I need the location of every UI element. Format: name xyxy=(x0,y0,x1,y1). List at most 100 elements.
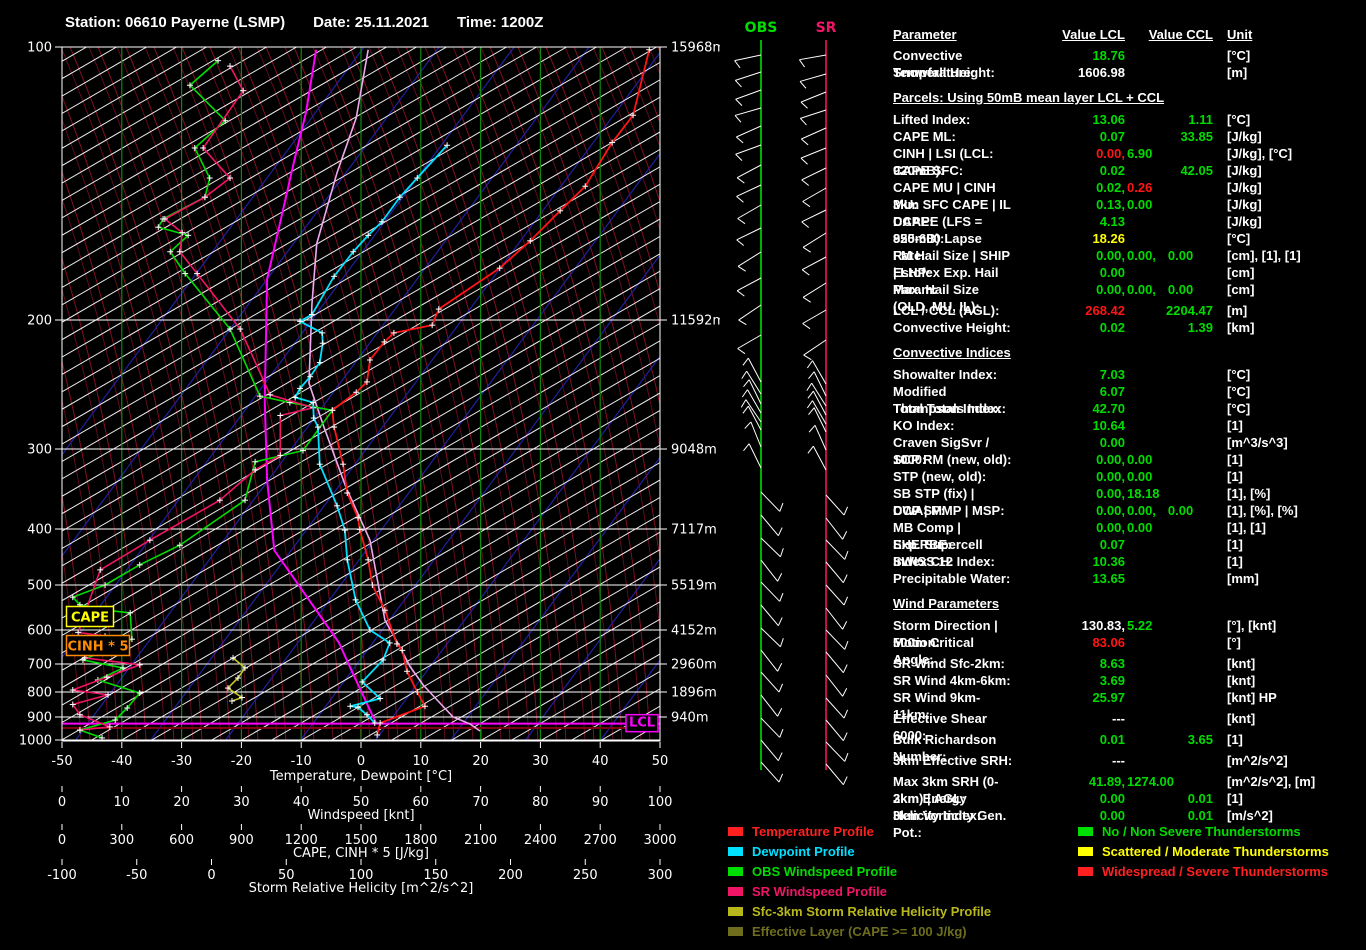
value-text: 0.00 xyxy=(1100,791,1125,806)
table-row: Effective Shear 6000:---[knt] xyxy=(893,710,1363,727)
tick-label: 2400 xyxy=(524,833,557,848)
legend-swatch-icon xyxy=(1078,827,1093,836)
unit-label: [knt] HP xyxy=(1213,689,1363,706)
legend-swatch-icon xyxy=(728,847,743,856)
unit-label: [J/kg] xyxy=(1213,213,1363,230)
legend-label: OBS Windspeed Profile xyxy=(752,864,897,879)
tick-label: 200 xyxy=(498,868,523,883)
legend-item: SR Windspeed Profile xyxy=(728,881,991,901)
tick-label: 2100 xyxy=(464,833,497,848)
obs-barb-column: OBS xyxy=(735,20,784,782)
unit-label: [°C] xyxy=(1213,400,1363,417)
value-text: 1.39 xyxy=(1188,320,1213,335)
axis-wind: 0102030405060708090100Windspeed [knt] xyxy=(58,786,673,823)
pressure-tick-label: 500 xyxy=(27,579,52,594)
param-label: LCL / CCL (AGL): xyxy=(893,302,1015,319)
tick-label: 10 xyxy=(114,795,131,810)
param-label: CAPE SFC: xyxy=(893,162,1015,179)
tick-label: -40 xyxy=(111,754,132,769)
unit-label: [cm] xyxy=(1213,264,1363,281)
tick-label: 600 xyxy=(169,833,194,848)
legend-swatch-icon xyxy=(1078,847,1093,856)
value-text: 3.69 xyxy=(1100,673,1125,688)
table-row: Max 3km SRH (0-2km) | AGL:41.89,1274.00[… xyxy=(893,773,1363,790)
unit-label: [°C] xyxy=(1213,111,1363,128)
value-text: 0.00, xyxy=(1096,469,1125,484)
unit-label: [°C] xyxy=(1213,383,1363,400)
altitude-label: 15968m xyxy=(671,41,720,56)
unit-label: [1], [%], [%] xyxy=(1213,502,1363,519)
legend-label: Sfc-3km Storm Relative Helicity Profile xyxy=(752,904,991,919)
value-text: 1.11 xyxy=(1188,112,1213,127)
unit-label: [1] xyxy=(1213,731,1363,748)
unit-label: [1] xyxy=(1213,468,1363,485)
axis-caption: CAPE, CINH * 5 [J/kg] xyxy=(293,846,429,861)
table-row: Lifted Index:13.061.11[°C] xyxy=(893,111,1363,128)
value-text: 1606.98 xyxy=(1078,65,1125,80)
tick-label: 20 xyxy=(173,795,190,810)
pressure-tick-label: 900 xyxy=(27,711,52,726)
value-text: 0.00, xyxy=(1127,502,1156,519)
unit-label: [°] xyxy=(1213,634,1363,651)
lcl-label: LCL xyxy=(626,715,658,732)
value-text: 0.00, xyxy=(1096,520,1125,535)
value-text: 0.01 xyxy=(1188,791,1213,806)
value-text: 5.22 xyxy=(1127,617,1152,634)
unit-label: [knt] xyxy=(1213,655,1363,672)
value-text: 13.65 xyxy=(1092,571,1125,586)
unit-label: [m] xyxy=(1213,302,1363,319)
value-text: 42.70 xyxy=(1092,401,1125,416)
tick-label: -100 xyxy=(47,868,77,883)
altitude-label: 4152m xyxy=(671,624,717,639)
table-row: Max. Hail Size (OLD, MU, IL):0.00,0.00,0… xyxy=(893,281,1363,298)
unit-label: [cm] xyxy=(1213,281,1363,298)
value-text: 6.90 xyxy=(1127,145,1152,162)
table-row: KO Index:10.64[1] xyxy=(893,417,1363,434)
tick-label: 10 xyxy=(413,754,430,769)
unit-label: [1] xyxy=(1213,553,1363,570)
legend-item: Temperature Profile xyxy=(728,821,991,841)
unit-label: [J/kg] xyxy=(1213,196,1363,213)
legend-item: Dewpoint Profile xyxy=(728,841,991,861)
table-row: FM Hail Size | SHIP | LHP:0.00,0.00,0.00… xyxy=(893,247,1363,264)
pressure-tick-label: 1000 xyxy=(19,734,52,749)
legend-swatch-icon xyxy=(728,927,743,936)
value-text: 0.00 xyxy=(1100,435,1125,450)
value-text: 0.00, xyxy=(1096,452,1125,467)
param-label: Precipitable Water: xyxy=(893,570,1015,587)
table-row: Craven SigSvr / 1000:0.00[m^3/s^3] xyxy=(893,434,1363,451)
table-row: Storm Direction | Motion:130.83,5.22[°],… xyxy=(893,617,1363,634)
skewt-diagram: 100200300400500600700800900100015968m115… xyxy=(0,0,720,950)
unit-label: [mm] xyxy=(1213,570,1363,587)
table-row: 3km Effective SRH:---[m^2/s^2] xyxy=(893,752,1363,769)
legend-label: Effective Layer (CAPE >= 100 J/kg) xyxy=(752,924,967,939)
altitude-label: 11592m xyxy=(671,314,720,329)
legend-swatch-icon xyxy=(728,827,743,836)
unit-label: [°C] xyxy=(1213,366,1363,383)
value-text: 130.83, xyxy=(1082,618,1125,633)
altitude-label: 2960m xyxy=(671,658,717,673)
legend-label: SR Windspeed Profile xyxy=(752,884,887,899)
column-header: Parameter xyxy=(893,26,1015,43)
value-text: 0.00 xyxy=(1127,468,1152,485)
legend-item: Scattered / Moderate Thunderstorms xyxy=(1078,841,1329,861)
unit-label: [knt] xyxy=(1213,672,1363,689)
value-text: 0.00, xyxy=(1096,146,1125,161)
tick-label: -50 xyxy=(126,868,147,883)
section-header: Convective Indices xyxy=(893,344,1363,361)
legend-swatch-icon xyxy=(728,887,743,896)
value-text: 18.18 xyxy=(1127,485,1160,502)
table-row: Total Totals Index:42.70[°C] xyxy=(893,400,1363,417)
value-text: 83.06 xyxy=(1092,635,1125,650)
value-text: 0.07 xyxy=(1100,129,1125,144)
pressure-tick-label: 700 xyxy=(27,658,52,673)
tick-label: -10 xyxy=(291,754,312,769)
value-text: 0.00 xyxy=(1127,519,1152,536)
tick-label: 0 xyxy=(58,833,66,848)
tick-label: 30 xyxy=(233,795,250,810)
value-text: 0.00, xyxy=(1096,503,1125,518)
legend-label: Widespread / Severe Thunderstorms xyxy=(1102,864,1328,879)
tick-label: 3000 xyxy=(643,833,676,848)
svg-text:CAPE: CAPE xyxy=(71,611,109,626)
legend-item: Effective Layer (CAPE >= 100 J/kg) xyxy=(728,921,991,941)
